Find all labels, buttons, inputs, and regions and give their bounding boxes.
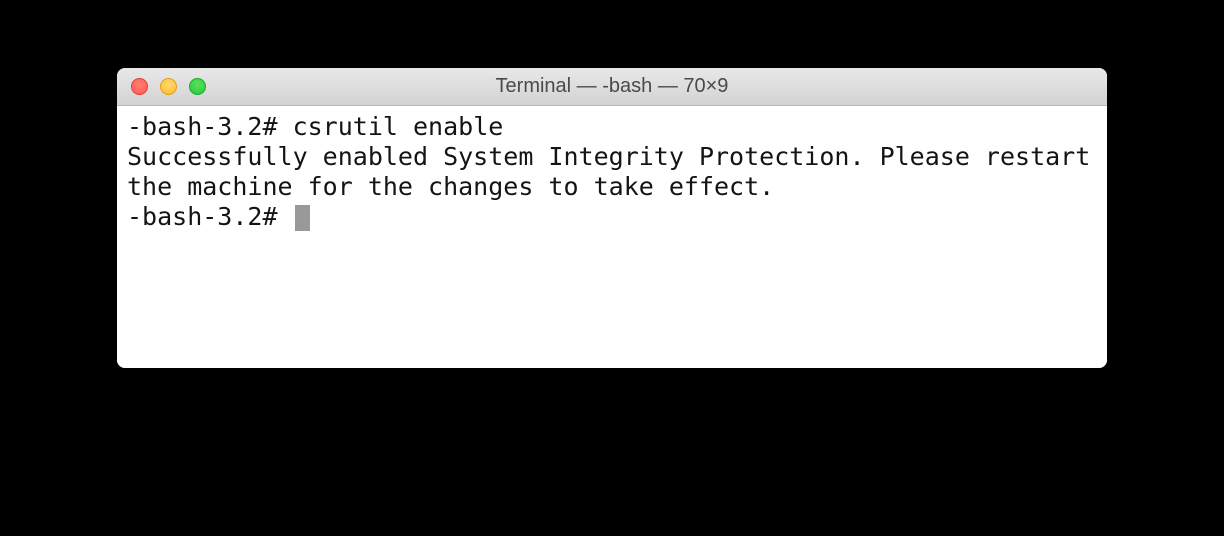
close-icon[interactable] [131,78,148,95]
window-titlebar[interactable]: Terminal — -bash — 70×9 [117,68,1107,106]
output-line: Successfully enabled System Integrity Pr… [127,142,1097,202]
cursor-icon [295,205,310,231]
prompt-line: -bash-3.2# [127,202,1097,232]
minimize-icon[interactable] [160,78,177,95]
window-title: Terminal — -bash — 70×9 [117,75,1107,98]
shell-prompt: -bash-3.2# [127,112,293,141]
traffic-lights [117,78,206,95]
terminal-body[interactable]: -bash-3.2# csrutil enableSuccessfully en… [117,106,1107,368]
maximize-icon[interactable] [189,78,206,95]
command-text: csrutil enable [293,112,504,141]
terminal-window: Terminal — -bash — 70×9 -bash-3.2# csrut… [117,68,1107,368]
command-line: -bash-3.2# csrutil enable [127,112,1097,142]
shell-prompt: -bash-3.2# [127,202,293,231]
